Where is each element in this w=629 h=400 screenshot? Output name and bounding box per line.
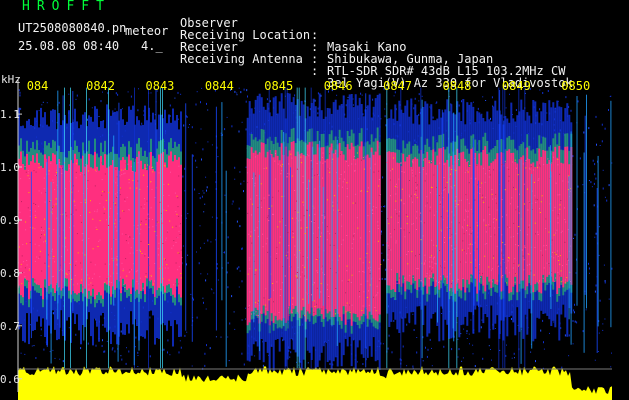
- x-tick-label: 0846: [324, 79, 353, 93]
- meteor-streak: [46, 162, 48, 320]
- signal-region: [386, 87, 573, 369]
- meteor-streak: [503, 120, 505, 321]
- meteor-streak: [155, 88, 157, 298]
- y-tick-label: 0.7: [0, 320, 20, 333]
- y-axis-label: kHz: [1, 73, 21, 86]
- amplitude-fill: [18, 366, 612, 400]
- x-tick-label: 0849: [502, 79, 531, 93]
- meteor-streak: [568, 176, 570, 320]
- meteor-streak: [531, 174, 533, 349]
- spectrogram-area: [18, 87, 613, 372]
- y-tick-label: 1.0: [0, 161, 20, 174]
- meteor-streak: [290, 167, 291, 310]
- meteor-streak: [185, 103, 187, 331]
- meteor-streak: [253, 172, 255, 323]
- meteor-streak: [452, 141, 454, 329]
- y-tick-label: 0.8: [0, 267, 20, 280]
- x-tick-label: 0850: [561, 79, 590, 93]
- x-tick-label: 0842: [86, 79, 115, 93]
- meteor-streak: [441, 109, 443, 309]
- meteor-streak: [319, 140, 321, 299]
- meteor-streak: [421, 99, 423, 359]
- y-tick-label: 0.9: [0, 214, 20, 227]
- meteor-streak: [138, 153, 140, 351]
- x-tick-label: 0844: [205, 79, 234, 93]
- meteor-streak: [50, 181, 52, 364]
- meteor-streak: [520, 159, 522, 364]
- meteor-streak: [259, 174, 261, 352]
- meteor-streak: [118, 102, 120, 345]
- meteor-streak: [596, 188, 598, 353]
- x-tick-label: 0847: [383, 79, 412, 93]
- meteor-streak: [113, 135, 115, 306]
- meteor-streak: [312, 146, 314, 302]
- meteor-streak: [499, 90, 501, 297]
- x-tick-label: 0845: [264, 79, 293, 93]
- amplitude-trace: [18, 366, 612, 400]
- meteor-streak: [448, 193, 449, 339]
- meteor-streak: [597, 155, 599, 327]
- x-tick-label: 0848: [443, 79, 472, 93]
- meteor-streak: [62, 95, 64, 296]
- meteor-streak: [72, 91, 74, 312]
- meteor-streak: [30, 171, 32, 339]
- hrofft-screen: HROFFT UT2508080840.pn meteor 25.08.08 0…: [0, 0, 629, 400]
- meteor-streak: [270, 154, 272, 298]
- meteor-streak: [365, 93, 367, 368]
- meteor-streak: [191, 154, 193, 342]
- signal-region: [246, 87, 382, 372]
- meteor-streak: [576, 96, 578, 306]
- meteor-streak: [133, 162, 135, 366]
- meteor-streak: [225, 170, 227, 367]
- meteor-streak: [83, 150, 85, 341]
- y-tick-label: 0.6: [0, 373, 20, 386]
- meteor-streak: [308, 179, 310, 304]
- signal-region: [18, 87, 183, 369]
- meteor-streak: [336, 139, 338, 346]
- meteor-streak: [322, 186, 324, 306]
- meteor-streak: [215, 106, 217, 331]
- meteor-streak: [550, 171, 552, 309]
- meteor-streak: [370, 152, 372, 315]
- meteor-streak: [472, 138, 474, 315]
- meteor-streak: [283, 132, 285, 326]
- meteor-streak: [437, 164, 438, 323]
- meteor-streak: [586, 94, 587, 309]
- meteor-streak: [583, 152, 585, 353]
- meteor-streak: [331, 150, 333, 327]
- meteor-streak: [478, 180, 479, 307]
- meteor-streak: [59, 168, 61, 328]
- meteor-streak: [221, 102, 223, 301]
- meteor-streak: [57, 145, 59, 304]
- meteor-streak: [610, 100, 612, 328]
- spectrogram-plot: kHz 1.1 1.0 0.9 0.8 0.7 0.6 084 0842 0843 0844 0845…: [0, 73, 613, 400]
- x-tick-label: 0843: [146, 79, 175, 93]
- y-tick-label: 1.1: [0, 108, 20, 121]
- meteor-streak: [570, 131, 572, 345]
- x-tick-label: 084: [27, 79, 49, 93]
- meteor-streak: [584, 115, 586, 295]
